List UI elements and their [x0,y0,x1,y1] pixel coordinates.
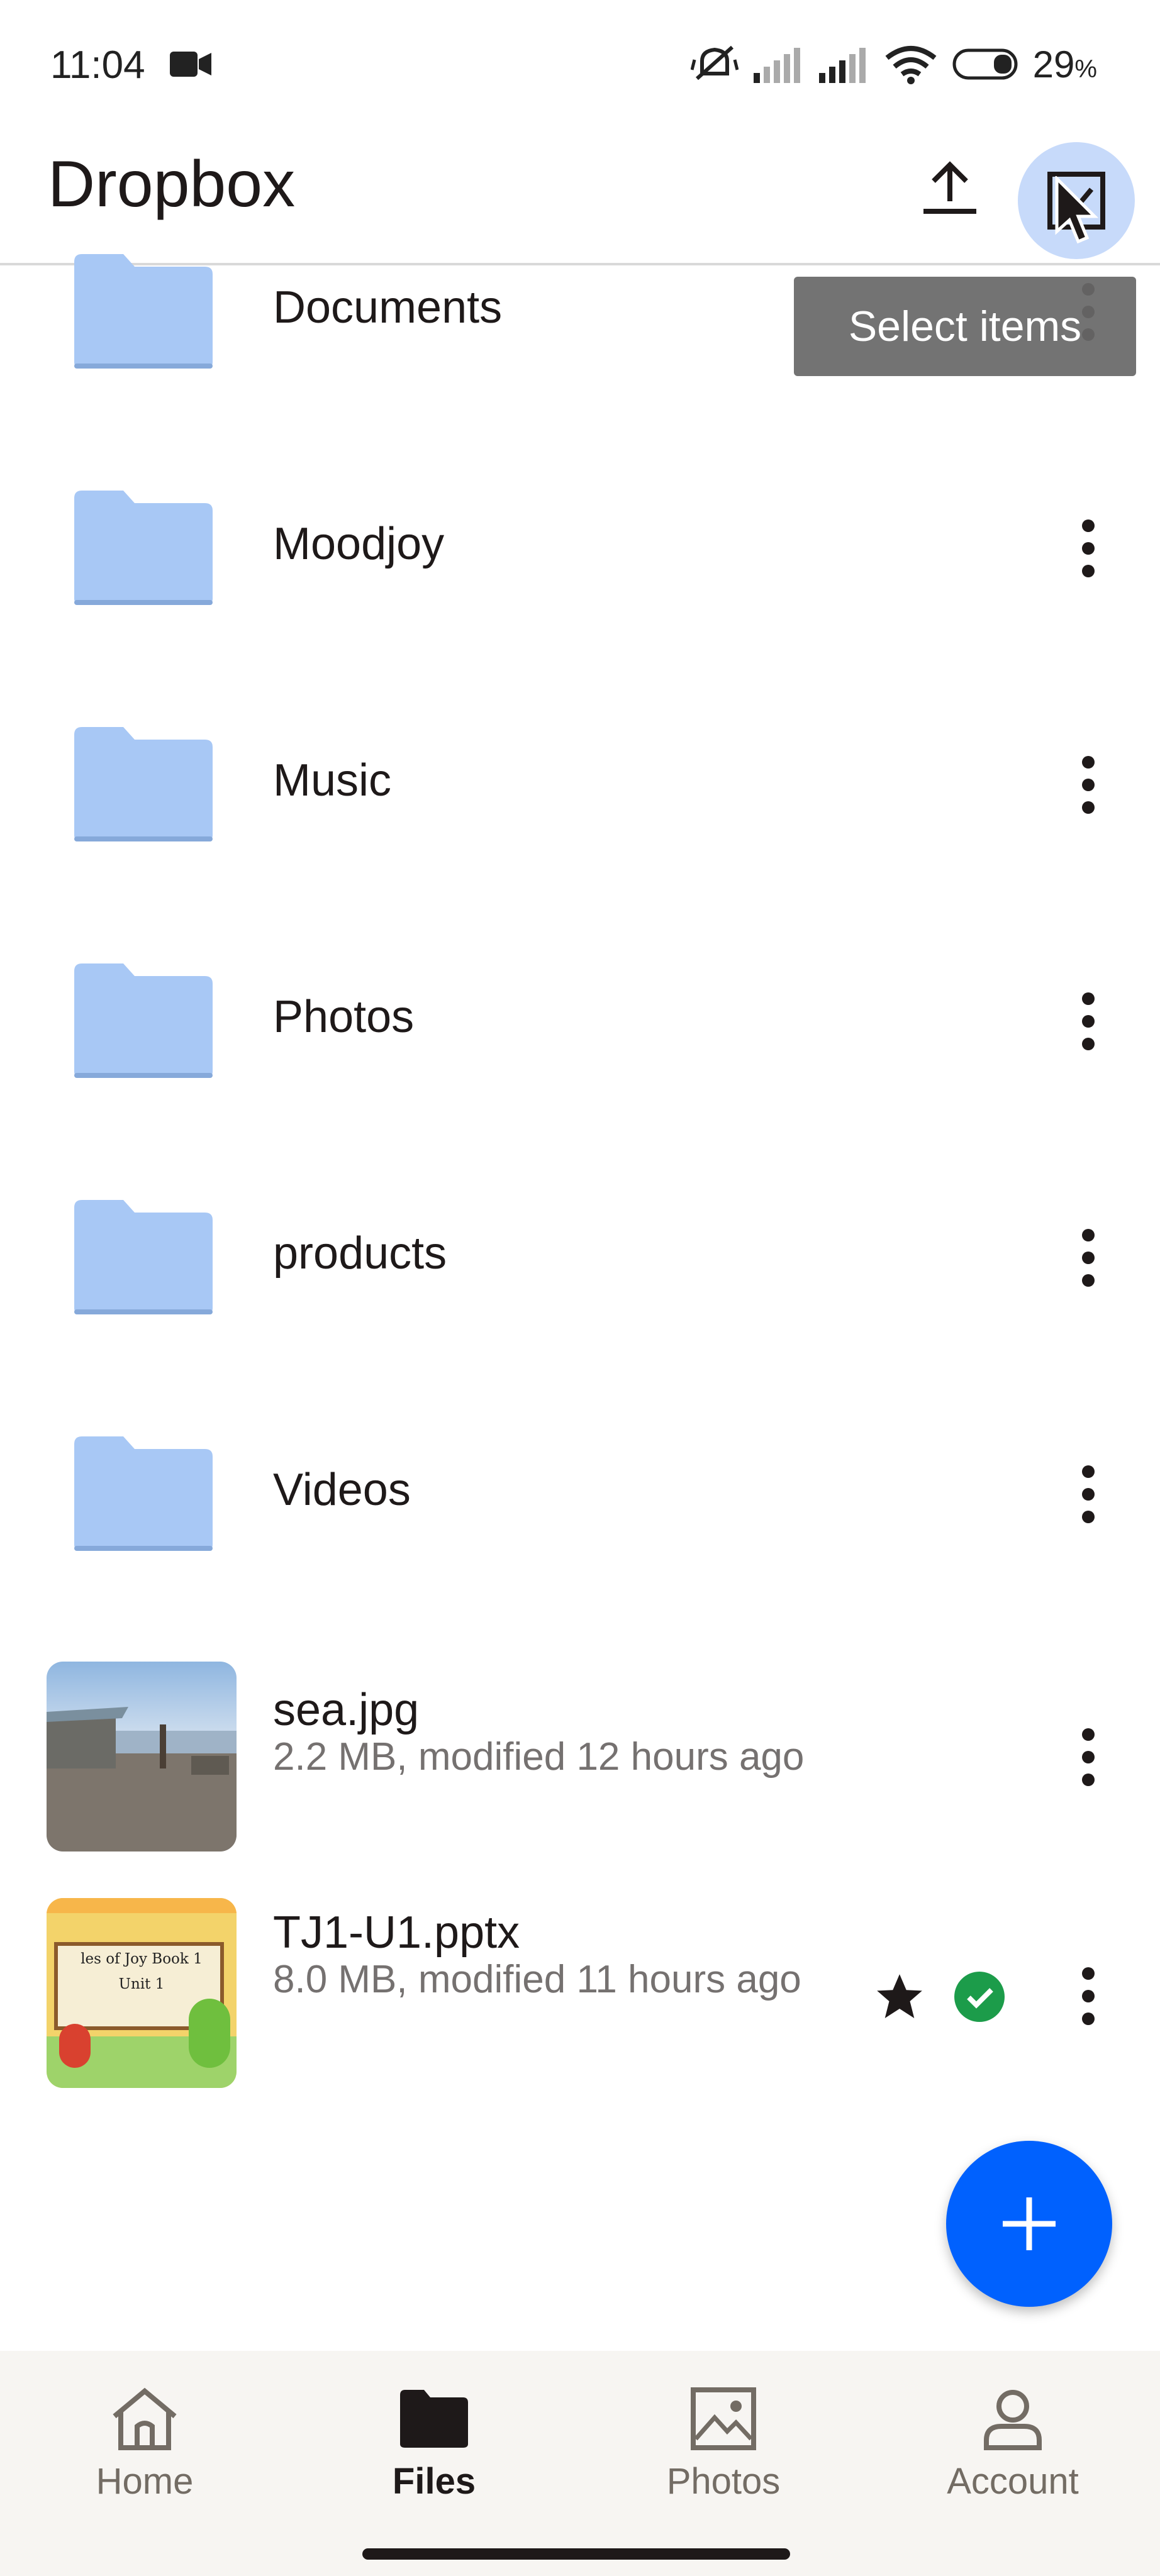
folder-icon [74,963,213,1078]
image-icon [691,2387,756,2450]
more-options-button[interactable] [1069,1457,1107,1532]
nav-account[interactable]: Account [900,2386,1126,2512]
status-time: 11:04 [50,43,145,87]
folder-icon [74,491,213,605]
folder-icon [74,727,213,841]
item-name: Videos [273,1465,411,1515]
list-item-products[interactable]: products [0,1180,1160,1416]
battery-level: 29% [1032,43,1097,86]
list-item-tj1-u1-pptx[interactable]: les of Joy Book 1 Unit 1 TJ1-U1.pptx 8.0… [0,1889,1160,2126]
bottom-navigation: Home Files Photos Account [0,2351,1160,2576]
more-options-button[interactable] [1069,511,1107,586]
more-options-button[interactable] [1069,1958,1107,2034]
list-item-sea-jpg[interactable]: sea.jpg 2.2 MB, modified 12 hours ago [0,1653,1160,1889]
folder-icon [74,254,213,369]
mute-vibrate-icon [690,45,739,80]
folder-icon [74,1200,213,1314]
nav-label: Home [96,2461,194,2502]
signal-2-icon [818,48,866,83]
list-item-music[interactable]: Music [0,707,1160,943]
nav-photos[interactable]: Photos [610,2386,837,2512]
folder-icon [400,2390,468,2448]
item-name: Documents [273,282,503,333]
item-name: Music [273,755,392,806]
more-options-button[interactable] [1069,1220,1107,1296]
app-title: Dropbox [48,148,296,221]
item-name: products [273,1228,447,1279]
more-options-button[interactable] [1069,984,1107,1059]
synced-check-icon [954,1972,1005,2022]
folder-icon [74,1436,213,1551]
plus-icon [1003,2197,1056,2250]
nav-label: Photos [666,2461,781,2502]
image-thumbnail [47,1662,237,1852]
list-item-videos[interactable]: Videos [0,1416,1160,1653]
home-icon [113,2387,177,2450]
nav-files[interactable]: Files [321,2386,547,2512]
battery-icon [952,48,1018,80]
thumb-text: les of Joy Book 1 [81,1951,203,1967]
more-options-button[interactable] [1069,1719,1107,1795]
video-camera-icon [170,52,211,77]
create-button[interactable] [946,2141,1112,2307]
item-meta: 2.2 MB, modified 12 hours ago [273,1735,805,1779]
upload-button[interactable] [912,150,988,225]
home-indicator[interactable] [362,2548,790,2560]
star-icon [877,1974,922,2019]
item-meta: 8.0 MB, modified 11 hours ago [273,1958,801,2001]
nav-home[interactable]: Home [31,2386,258,2512]
presentation-thumbnail: les of Joy Book 1 Unit 1 [47,1898,237,2088]
list-item-moodjoy[interactable]: Moodjoy [0,470,1160,707]
nav-label: Account [947,2461,1079,2502]
wifi-icon [885,46,937,84]
thumb-text: Unit 1 [118,1976,165,1992]
item-name: Moodjoy [273,519,445,569]
signal-1-icon [753,48,800,83]
person-icon [984,2390,1042,2450]
upload-icon [923,161,976,214]
item-name: Photos [273,992,415,1042]
mouse-cursor-icon [1055,176,1098,244]
list-item-photos[interactable]: Photos [0,943,1160,1180]
status-bar: 11:04 29% [0,0,1160,126]
more-options-button[interactable] [1069,747,1107,823]
nav-label: Files [392,2461,476,2502]
select-items-tooltip: Select items [794,277,1136,376]
